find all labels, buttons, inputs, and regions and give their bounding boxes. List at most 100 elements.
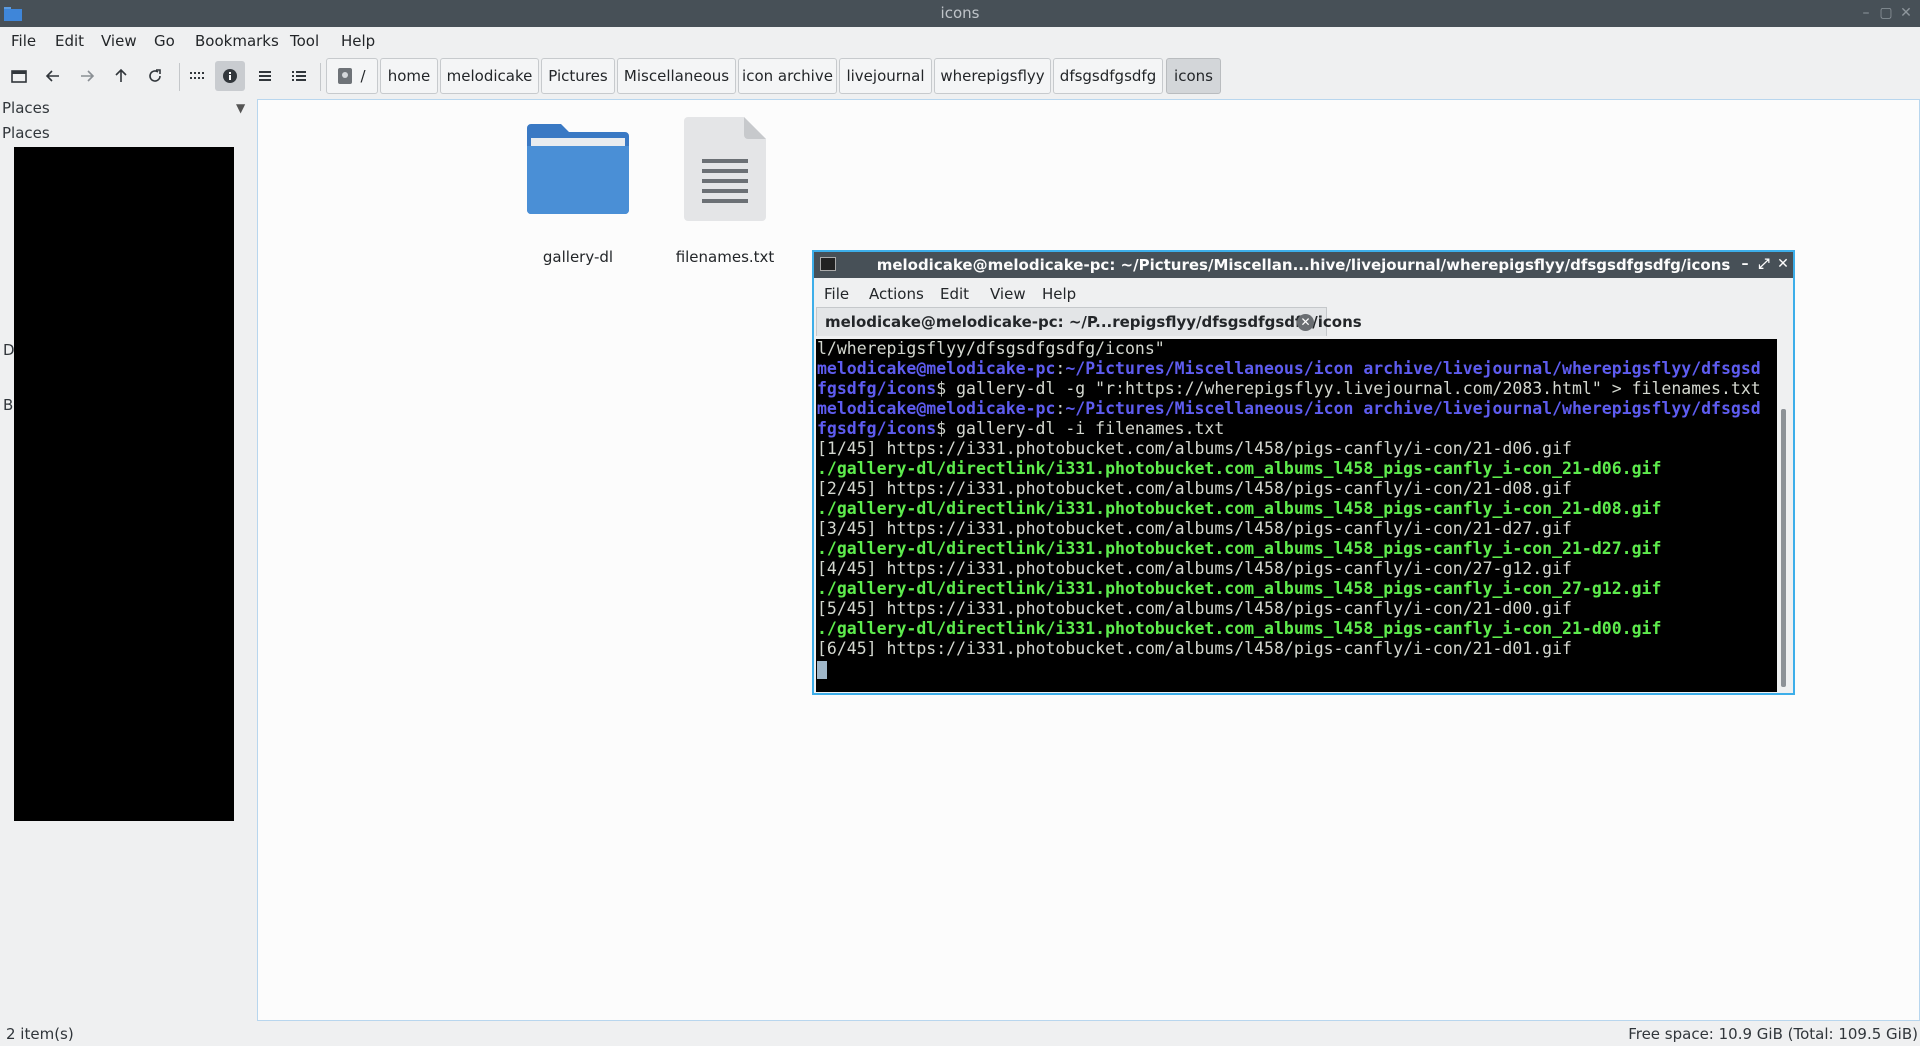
file-name: gallery-dl [542,248,614,266]
terminal-text-segment: ./gallery-dl/directlink/i331.photobucket… [817,619,1662,638]
compact-view-icon[interactable] [250,61,280,91]
terminal-text-segment: [1/45] https://i331.photobucket.com/albu… [817,439,1572,458]
terminal-menu-file[interactable]: File [824,285,849,303]
terminal-menu-help[interactable]: Help [1042,285,1076,303]
terminal-line: ./gallery-dl/directlink/i331.photobucket… [817,499,1777,519]
terminal-line: [1/45] https://i331.photobucket.com/albu… [817,439,1777,459]
menu-help[interactable]: Help [341,32,375,50]
terminal-menu-edit[interactable]: Edit [940,285,969,303]
terminal-line: ./gallery-dl/directlink/i331.photobucket… [817,459,1777,479]
thumbnail-view-icon[interactable] [215,61,245,91]
terminal-text-segment: fgsdfg/icons [817,419,937,438]
places-heading: Places [2,124,50,142]
terminal-title: melodicake@melodicake-pc: ~/Pictures/Mis… [876,256,1731,274]
terminal-window[interactable]: melodicake@melodicake-pc: ~/Pictures/Mis… [812,250,1795,695]
scrollbar-thumb[interactable] [1781,409,1786,687]
terminal-line: [5/45] https://i331.photobucket.com/albu… [817,599,1777,619]
free-space: Free space: 10.9 GiB (Total: 109.5 GiB) [1628,1025,1918,1043]
terminal-text-segment: [4/45] https://i331.photobucket.com/albu… [817,559,1572,578]
terminal-line: fgsdfg/icons$ gallery-dl -i filenames.tx… [817,419,1777,439]
icon-view-icon[interactable] [182,61,212,91]
breadcrumb-livejournal[interactable]: livejournal [839,58,932,94]
terminal-output[interactable]: l/wherepigsflyy/dfsgsdfgsdfg/icons" melod… [816,339,1777,692]
chevron-down-icon[interactable]: ▼ [236,101,245,115]
side-pane: Places ▼ Places D B [0,99,256,1020]
terminal-line: [2/45] https://i331.photobucket.com/albu… [817,479,1777,499]
close-icon[interactable]: ✕ [1774,255,1792,273]
menu-view[interactable]: View [101,32,137,50]
terminal-text-segment: : [1055,399,1066,418]
terminal-text-segment: [6/45] https://i331.photobucket.com/albu… [817,639,1572,658]
terminal-text-segment: ./gallery-dl/directlink/i331.photobucket… [817,499,1662,518]
terminal-text-segment: ./gallery-dl/directlink/i331.photobucket… [817,459,1662,478]
breadcrumb-miscellaneous[interactable]: Miscellaneous [617,58,736,94]
toolbar-separator [320,63,321,91]
breadcrumb-pictures[interactable]: Pictures [541,58,615,94]
breadcrumb-melodicake[interactable]: melodicake [440,58,539,94]
breadcrumb-wherepigsflyy[interactable]: wherepigsflyy [934,58,1051,94]
status-bar: 2 item(s) Free space: 10.9 GiB (Total: 1… [0,1021,1920,1046]
terminal-tab[interactable]: melodicake@melodicake-pc: ~/P...repigsfl… [816,307,1362,336]
maximize-icon[interactable]: ▢ [1876,3,1896,23]
detailed-list-view-icon[interactable] [284,61,314,91]
menu-go[interactable]: Go [154,32,175,50]
terminal-titlebar: melodicake@melodicake-pc: ~/Pictures/Mis… [814,252,1793,278]
terminal-menu-view[interactable]: View [990,285,1026,303]
folder-icon [527,124,629,214]
breadcrumb-home[interactable]: home [380,58,438,94]
terminal-line: l/wherepigsflyy/dfsgsdfgsdfg/icons" [817,339,1777,359]
terminal-tab-label: melodicake@melodicake-pc: ~/P...repigsfl… [825,313,1362,331]
terminal-line: ./gallery-dl/directlink/i331.photobucket… [817,619,1777,639]
terminal-text-segment: $ gallery-dl -i filenames.txt [936,419,1225,438]
terminal-line: melodicake@melodicake-pc:~/Pictures/Misc… [817,359,1777,379]
menu-tool[interactable]: Tool [290,32,319,50]
text-file-icon [684,117,766,221]
side-pane-selector[interactable]: Places [2,99,50,117]
item-count: 2 item(s) [6,1025,74,1043]
terminal-text-segment: melodicake@melodicake-pc [817,399,1056,418]
terminal-cursor [817,660,827,679]
terminal-prompt-line [817,659,1777,679]
menu-edit[interactable]: Edit [55,32,84,50]
reload-icon[interactable] [140,61,170,91]
breadcrumb-icon-archive[interactable]: icon archive [738,58,837,94]
terminal-line: [4/45] https://i331.photobucket.com/albu… [817,559,1777,579]
terminal-text-segment: $ gallery-dl -g "r:https://wherepigsflyy… [936,379,1761,398]
breadcrumb-dfsgsdfgsdfg[interactable]: dfsgsdfgsdfg [1053,58,1163,94]
terminal-text-segment: ~/Pictures/Miscellaneous/icon archive/li… [1065,359,1761,378]
new-tab-icon[interactable] [4,61,34,91]
back-icon[interactable] [38,61,68,91]
terminal-text-segment: [3/45] https://i331.photobucket.com/albu… [817,519,1572,538]
terminal-text-segment: ./gallery-dl/directlink/i331.photobucket… [817,539,1662,558]
window-titlebar: icons – ▢ ✕ [0,0,1920,27]
menu-file[interactable]: File [11,32,36,50]
menubar: File Edit View Go Bookmarks Tool Help [0,27,1920,55]
terminal-line: [6/45] https://i331.photobucket.com/albu… [817,639,1777,659]
terminal-text-segment: ./gallery-dl/directlink/i331.photobucket… [817,579,1662,598]
drive-icon [338,68,353,84]
terminal-text-segment: melodicake@melodicake-pc [817,359,1056,378]
breadcrumb-icons[interactable]: icons [1166,58,1221,94]
menu-bookmarks[interactable]: Bookmarks [195,32,279,50]
terminal-text-segment: [2/45] https://i331.photobucket.com/albu… [817,479,1572,498]
terminal-text-segment: : [1055,359,1066,378]
up-icon[interactable] [106,61,136,91]
terminal-scrollbar[interactable] [1777,339,1791,692]
terminal-menu-actions[interactable]: Actions [869,285,924,303]
window-title: icons [940,4,980,22]
breadcrumb-root[interactable]: / [326,58,378,94]
close-icon[interactable]: ✕ [1896,3,1916,23]
terminal-text-segment: l/wherepigsflyy/dfsgsdfgsdfg/icons" [817,339,1165,358]
close-tab-icon[interactable]: ✕ [1297,314,1314,331]
maximize-icon[interactable]: ⤢ [1755,255,1773,273]
terminal-text-segment: fgsdfg/icons [817,379,937,398]
terminal-text-segment: [5/45] https://i331.photobucket.com/albu… [817,599,1572,618]
terminal-line: ./gallery-dl/directlink/i331.photobucket… [817,539,1777,559]
minimize-icon[interactable]: – [1736,255,1754,273]
minimize-icon[interactable]: – [1856,3,1876,23]
terminal-line: fgsdfg/icons$ gallery-dl -g "r:https://w… [817,379,1777,399]
terminal-text-segment: ~/Pictures/Miscellaneous/icon archive/li… [1065,399,1761,418]
forward-icon[interactable] [72,61,102,91]
breadcrumb-root-label: / [360,67,366,85]
redacted-places-list [14,147,234,821]
